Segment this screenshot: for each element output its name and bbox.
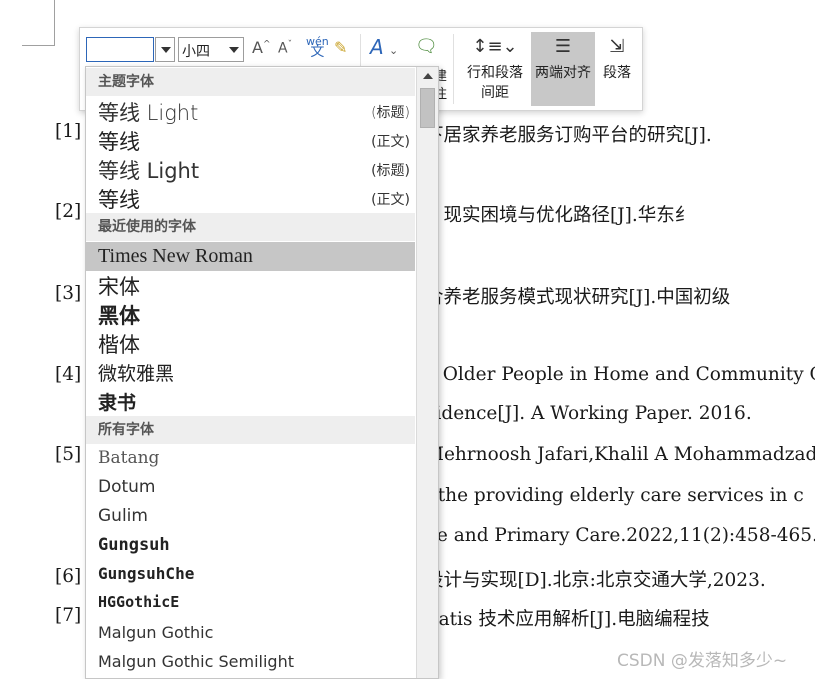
font-option-batang[interactable]: Batang [86, 448, 415, 477]
font-option-malgun-gothic-semilight[interactable]: Malgun Gothic Semilight [86, 652, 415, 678]
watermark: CSDN @发落知多少~ [617, 651, 788, 671]
reference-text: f the providing elderly care services in… [425, 485, 804, 506]
line-spacing-icon: ↕≡⌄ [472, 36, 518, 57]
shrink-font-icon[interactable]: Aˇ [278, 40, 292, 57]
font-size-select[interactable]: 小四 [178, 37, 244, 62]
font-option-name: 等线 [98, 188, 140, 212]
font-size-value: 小四 [182, 44, 210, 60]
font-dropdown-list: 主题字体 等线 Light (标题) 等线 (正文) 等线 Light (标题)… [85, 66, 439, 679]
reference-text: 设计与实现[D].北京:北京交通大学,2023. [425, 570, 766, 591]
font-name-input[interactable] [86, 37, 154, 62]
reference-text: 下居家养老服务订购平台的研究[J]. [425, 125, 712, 146]
reference-text: 、现实困境与优化路径[J].华东纟 [425, 205, 694, 226]
text-effects-icon[interactable]: A [370, 35, 384, 59]
scroll-up-icon[interactable] [417, 67, 438, 87]
chevron-down-icon [161, 47, 171, 53]
reference-number: [3] [55, 283, 82, 304]
new-comment-icon[interactable]: 🗨 [415, 36, 438, 57]
reference-number: [4] [55, 364, 82, 385]
font-option-name: 等线 [98, 130, 140, 154]
page-margin-corner [22, 0, 55, 46]
chevron-down-icon [229, 47, 239, 53]
reference-number: [6] [55, 566, 82, 587]
font-option-yahei[interactable]: 微软雅黑 [86, 359, 415, 388]
format-painter-icon[interactable]: ✎ [334, 38, 347, 57]
paragraph-icon: ⇲ [609, 36, 625, 57]
font-role-tag: (正文) [371, 192, 410, 208]
reference-text: 合养老服务模式现状研究[J].中国初级 [425, 287, 731, 308]
phonetic-guide-icon[interactable]: wén 文 [306, 36, 329, 59]
justify-button[interactable]: ☰ 两端对齐 [531, 32, 595, 106]
font-option-theme-heading[interactable]: 等线 Light (标题) [86, 97, 415, 126]
font-name-dropdown-button[interactable] [155, 37, 175, 62]
font-option-heiti[interactable]: 黑体 [86, 300, 415, 329]
reference-text: d Older People in Home and Community C [425, 364, 815, 385]
font-option-gungsuhche[interactable]: GungsuhChe [86, 564, 415, 593]
justify-label: 两端对齐 [535, 65, 591, 81]
font-option-theme-heading[interactable]: 等线 Light (标题) [86, 155, 415, 184]
font-option-gulim[interactable]: Gulim [86, 506, 415, 535]
font-option-kaiti[interactable]: 楷体 [86, 329, 415, 358]
font-option-songti[interactable]: 宋体 [86, 271, 415, 300]
font-role-tag: (标题) [371, 163, 410, 179]
line-spacing-label-2: 间距 [481, 85, 509, 101]
font-option-malgun-gothic[interactable]: Malgun Gothic [86, 623, 415, 652]
reference-text: Batis 技术应用解析[J].电脑编程技 [425, 609, 710, 630]
reference-number: [5] [55, 444, 82, 465]
font-option-lishu[interactable]: 隶书 [86, 388, 415, 417]
toolbar-divider [453, 34, 454, 104]
reference-number: [1] [55, 121, 82, 142]
font-option-name: 等线 Light [98, 101, 199, 125]
scroll-thumb[interactable] [420, 88, 435, 128]
reference-text: ne and Primary Care.2022,11(2):458-465. [425, 525, 815, 546]
grow-font-icon[interactable]: A^ [252, 38, 271, 57]
line-spacing-button[interactable]: ↕≡⌄ 行和段落 间距 [461, 32, 529, 106]
reference-number: [2] [55, 201, 82, 222]
font-option-dotum[interactable]: Dotum [86, 477, 415, 506]
paragraph-label: 段落 [603, 65, 631, 81]
reference-text: vidence[J]. A Working Paper. 2016. [425, 403, 752, 424]
font-option-gungsuh[interactable]: Gungsuh [86, 535, 415, 564]
reference-text: Mehrnoosh Jafari,Khalil A Mohammadzadeh [425, 444, 815, 465]
font-option-hggothice[interactable]: HGGothicE [86, 593, 415, 622]
dropdown-scrollbar[interactable] [416, 67, 438, 678]
recent-fonts-header: 最近使用的字体 [86, 213, 415, 241]
chevron-down-icon[interactable]: ⌄ [389, 44, 398, 57]
font-option-name: 等线 Light [98, 159, 200, 183]
theme-fonts-header: 主题字体 [86, 68, 415, 96]
font-option-theme-body[interactable]: 等线 (正文) [86, 126, 415, 155]
line-spacing-label: 行和段落 [467, 65, 523, 81]
paragraph-button[interactable]: ⇲ 段落 [597, 32, 637, 106]
font-role-tag: (标题) [371, 105, 410, 121]
justify-icon: ☰ [554, 36, 572, 57]
reference-number: [7] [55, 605, 82, 626]
font-option-times-new-roman[interactable]: Times New Roman [86, 242, 415, 271]
all-fonts-header: 所有字体 [86, 416, 415, 444]
font-role-tag: (正文) [371, 134, 410, 150]
font-option-theme-body[interactable]: 等线 (正文) [86, 184, 415, 213]
